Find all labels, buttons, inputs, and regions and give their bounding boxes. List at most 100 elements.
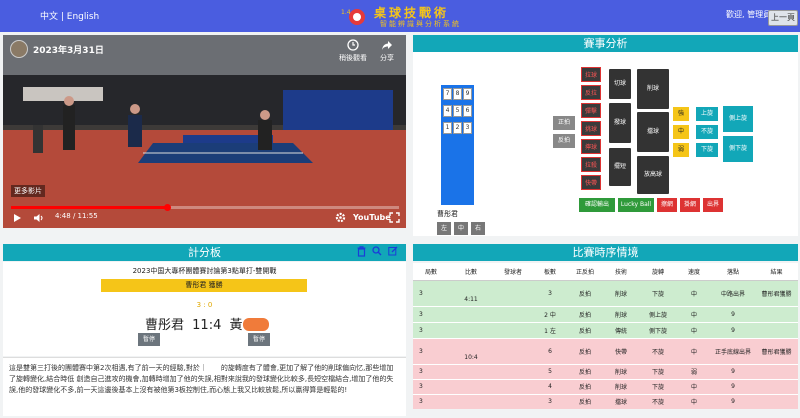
- share-button[interactable]: 分享: [375, 39, 399, 63]
- table-cell: 9: [711, 305, 755, 322]
- back-page-button[interactable]: 上一頁: [768, 10, 798, 26]
- table-row[interactable]: 3 5 反拍 削球 下旋弱 9: [413, 363, 798, 379]
- rotation-button[interactable]: 不旋: [696, 125, 718, 139]
- more-videos-label[interactable]: 更多影片: [11, 185, 45, 197]
- table-row[interactable]: 3 4:11 3 反拍 削球 下旋中中路出界 曹彤君獲勝: [413, 279, 798, 306]
- edit-icon[interactable]: [388, 246, 398, 256]
- lucky-ball-button[interactable]: Lucky Ball: [618, 198, 654, 212]
- zone-key[interactable]: 7: [443, 88, 452, 100]
- table-cell: 反拍: [567, 321, 603, 338]
- spin-strength-button[interactable]: 中: [673, 125, 689, 139]
- table-cell: [449, 378, 493, 394]
- fullscreen-icon[interactable]: [389, 212, 400, 223]
- table-cell: [493, 378, 533, 394]
- table-cell: [493, 321, 533, 338]
- table-row[interactable]: 3 1 左反拍 傳統 側下旋中 9: [413, 321, 798, 338]
- volume-icon[interactable]: [33, 213, 45, 223]
- settings-gear-icon[interactable]: [335, 212, 346, 223]
- table-row[interactable]: 3 10:4 6 反拍 快帶 不旋中正手底線出界 曹彤君獲勝: [413, 337, 798, 364]
- spin-strength-button[interactable]: 強: [673, 107, 689, 121]
- table-cell: 3: [413, 363, 449, 379]
- side-backspin-button[interactable]: 側下旋: [723, 136, 753, 162]
- column-header: 落點: [711, 263, 755, 281]
- zone-key[interactable]: 4: [443, 105, 452, 117]
- table-row[interactable]: 3 3 反拍 擋球 不旋中 9: [413, 393, 798, 409]
- trash-icon[interactable]: [357, 246, 366, 257]
- tech-button[interactable]: 快帶: [581, 175, 601, 190]
- zone-key[interactable]: 1: [443, 122, 452, 134]
- pause-b-button[interactable]: 暫停: [248, 333, 270, 346]
- tech-button[interactable]: 切球: [609, 69, 631, 99]
- point-score: 11:4: [192, 318, 222, 333]
- tech-button[interactable]: 彈擊: [581, 103, 601, 118]
- watch-later-button[interactable]: 稍後觀看: [336, 39, 370, 63]
- confirm-output-button[interactable]: 確認輸出: [579, 198, 615, 212]
- column-header: 發球者: [493, 263, 533, 281]
- sequence-table: 局數 比數 發球者 板數 正反拍 技術 旋轉 速度 落點 結果 3 4:11 3 反拍…: [413, 263, 798, 416]
- table-cell: 快帶: [603, 337, 639, 364]
- zone-key[interactable]: 5: [453, 105, 462, 117]
- tech-button[interactable]: 反拉: [581, 85, 601, 100]
- table-cell: 2 中: [533, 305, 567, 322]
- table-cell: 曹彤君獲勝: [755, 279, 798, 306]
- video-progress-bar[interactable]: [11, 204, 399, 211]
- table-cell: 側上旋: [639, 305, 677, 322]
- position-left-button[interactable]: 左: [437, 222, 451, 235]
- scoreboard-panel: 2023中国大專杯團體賽討論第3點單打-雙開戰 曹彤君 獲勝 3 : 0 曹彤君…: [3, 262, 406, 356]
- zone-key[interactable]: 3: [463, 122, 472, 134]
- zone-key[interactable]: 8: [453, 88, 462, 100]
- table-cell: [449, 393, 493, 409]
- spin-strength-button[interactable]: 弱: [673, 143, 689, 157]
- table-row[interactable]: 3 4 反拍 削球 下旋中 9: [413, 378, 798, 394]
- user-greeting[interactable]: 歡迎, 管理員: [726, 9, 771, 20]
- pause-a-button[interactable]: 暫停: [138, 333, 160, 346]
- tech-button[interactable]: 撥球: [609, 103, 631, 143]
- video-player[interactable]: 2023年3月31日 稍後觀看 分享 更多影片 4:48 / 11:55 You…: [3, 35, 406, 228]
- position-right-button[interactable]: 右: [471, 222, 485, 235]
- out-button[interactable]: 出界: [703, 198, 723, 212]
- net-touch-button[interactable]: 擦網: [657, 198, 677, 212]
- zone-key[interactable]: 2: [453, 122, 462, 134]
- position-center-button[interactable]: 中: [454, 222, 468, 235]
- table-cell: 反拍: [567, 363, 603, 379]
- tech-button[interactable]: 放高球: [637, 156, 669, 194]
- table-cell: [493, 305, 533, 322]
- play-icon[interactable]: [13, 213, 22, 223]
- tech-button[interactable]: 擰球: [581, 139, 601, 154]
- language-switch[interactable]: 中文 | English: [40, 9, 99, 22]
- game-score: 3 : 0: [196, 301, 213, 309]
- zone-key[interactable]: 9: [463, 88, 472, 100]
- video-date: 2023年3月31日: [33, 46, 104, 56]
- channel-avatar[interactable]: [10, 40, 28, 58]
- table-cell: 3: [413, 378, 449, 394]
- tech-button[interactable]: 拉球: [581, 67, 601, 82]
- table-cell: 反拍: [567, 279, 603, 306]
- net-hang-button[interactable]: 掛網: [680, 198, 700, 212]
- rotation-button[interactable]: 上旋: [696, 107, 718, 121]
- table-cell: 擋球: [603, 393, 639, 409]
- site-logo[interactable]: 1.4 桌球技戰術 智能辨識與分析系統: [340, 3, 470, 29]
- tech-button[interactable]: 擋球: [637, 112, 669, 152]
- table-cell: [449, 363, 493, 379]
- table-cell: 4: [533, 378, 567, 394]
- backhand-button[interactable]: 反拍: [553, 134, 575, 148]
- search-icon[interactable]: [372, 246, 382, 256]
- side-topspin-button[interactable]: 側上旋: [723, 106, 753, 132]
- rotation-button[interactable]: 下旋: [696, 143, 718, 157]
- table-cell: 3: [413, 279, 449, 306]
- tech-button[interactable]: 挑球: [581, 121, 601, 136]
- tech-button[interactable]: 削球: [637, 69, 669, 109]
- table-cell: 反拍: [567, 393, 603, 409]
- table-cell: 3: [413, 305, 449, 322]
- table-cell: [493, 279, 533, 306]
- forehand-button[interactable]: 正拍: [553, 116, 575, 130]
- tech-button[interactable]: 拉殺: [581, 157, 601, 172]
- zone-key[interactable]: 6: [463, 105, 472, 117]
- youtube-logo[interactable]: YouTube: [353, 213, 391, 222]
- column-header: 比數: [449, 263, 493, 281]
- tech-button[interactable]: 擺短: [609, 148, 631, 186]
- table-cell: 9: [711, 378, 755, 394]
- table-row[interactable]: 3 2 中反拍 削球 側上旋中 9: [413, 305, 798, 322]
- table-cell: 削球: [603, 363, 639, 379]
- table-cell: 中: [677, 378, 711, 394]
